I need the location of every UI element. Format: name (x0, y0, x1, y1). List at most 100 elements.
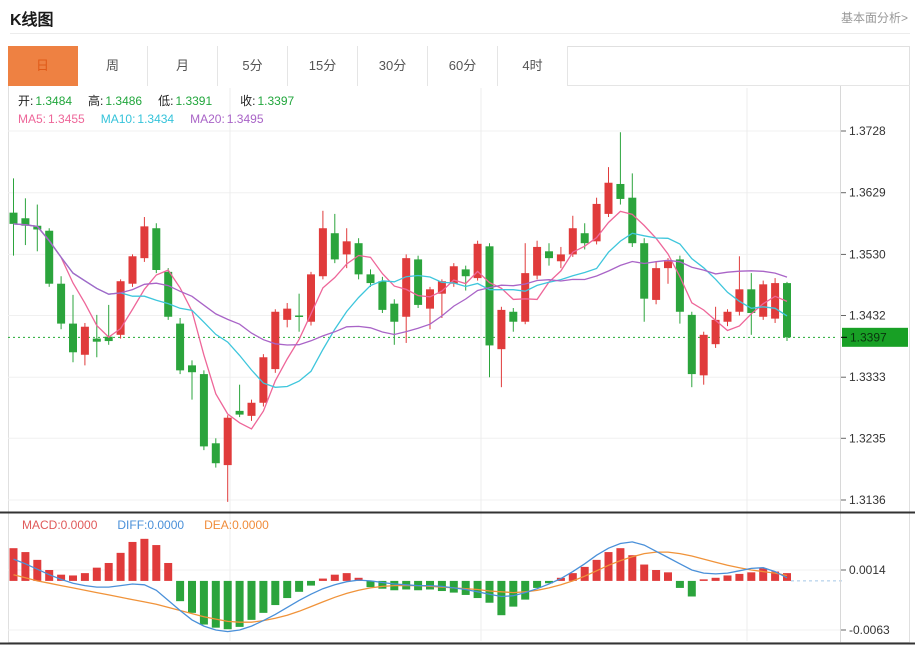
high-readout: 高: 1.3486 (88, 94, 143, 108)
candle-body (92, 338, 101, 342)
candle-body (426, 289, 434, 309)
ma10-readout: MA10: 1.3434 (100, 112, 175, 126)
macd-bar (307, 580, 315, 586)
macd-bar (116, 552, 125, 581)
low-readout: 低: 1.3391 (158, 94, 213, 108)
candle-body (675, 259, 684, 312)
candle-body (461, 269, 470, 277)
candle-body (378, 281, 387, 310)
macd-bar (580, 566, 589, 581)
y-axis-label: 1.3629 (849, 186, 886, 200)
macd-legend: MACD:0.0000 DIFF:0.0000 DEA:0.0000 (22, 518, 289, 532)
candle-body (604, 182, 613, 214)
macd-bar (675, 580, 684, 588)
candle-body (545, 251, 553, 259)
macd-bar (211, 580, 220, 628)
macd-readout: MACD:0.0000 (22, 518, 98, 532)
macd-bar (283, 580, 292, 599)
candle-body (152, 228, 161, 270)
macd-bar (188, 580, 196, 613)
macd-bar (259, 580, 268, 613)
diff-readout: DIFF:0.0000 (117, 518, 185, 532)
tab-1[interactable]: 周 (78, 46, 148, 86)
macd-bar (533, 580, 542, 588)
macd-bar (497, 580, 506, 616)
candle-body (473, 243, 482, 279)
macd-bar (247, 580, 256, 620)
ma-legend: MA5: 1.3455 MA10: 1.3434 MA20: 1.3495 (18, 112, 280, 126)
macd-bar (640, 564, 649, 581)
candle-body (354, 243, 363, 275)
ma5-readout: MA5: 1.3455 (18, 112, 85, 126)
ohlc-readout: 开: 1.3484 高: 1.3486 低: 1.3391 收: 1.3397 (18, 92, 310, 109)
candle-body (45, 230, 54, 284)
macd-bar (723, 575, 732, 581)
y-axis-label: 1.3432 (849, 309, 886, 323)
kline-page: { "app": { "title": "K线图", "fundamental_… (0, 0, 915, 647)
macd-bar (104, 562, 113, 581)
macd-bar (330, 574, 339, 581)
candle-body (390, 303, 399, 322)
macd-bar (235, 580, 244, 627)
candle-body (747, 289, 756, 314)
ma5-line (13, 210, 788, 430)
macd-bar (699, 579, 708, 581)
macd-bar (176, 580, 185, 602)
candle-body (164, 271, 173, 317)
candle-body (188, 365, 196, 373)
y-axis-label: 1.3530 (849, 247, 886, 261)
candle-body (687, 314, 696, 375)
tab-4[interactable]: 15分 (288, 46, 358, 86)
candle-body (80, 326, 89, 355)
candle-body (723, 311, 732, 322)
candle-body (592, 203, 601, 242)
macd-bar (616, 548, 625, 581)
candle-body (128, 256, 137, 284)
candle-body (497, 309, 506, 350)
candles-layer (9, 132, 791, 502)
dea-readout: DEA:0.0000 (204, 518, 269, 532)
candle-body (783, 283, 791, 338)
macd-axis-label: 0.0014 (849, 563, 886, 577)
macd-bar (628, 555, 637, 581)
macd-bar (735, 573, 744, 581)
candle-body (616, 183, 625, 199)
macd-bar (295, 580, 304, 592)
candle-body (223, 417, 232, 466)
macd-bar (80, 573, 89, 581)
candle-body (652, 268, 661, 300)
macd-bar (92, 567, 101, 581)
candle-body (664, 261, 672, 269)
candle-body (580, 233, 589, 244)
y-axis-label: 1.3333 (849, 370, 886, 384)
tab-5[interactable]: 30分 (358, 46, 428, 86)
candle-body (69, 323, 77, 353)
candle-body (330, 233, 339, 260)
period-tab-bar: 日周月 5分 15分 30分 60分 4时 (8, 46, 910, 86)
macd-bar (152, 545, 161, 581)
ma20-line (13, 223, 788, 346)
macd-bar (509, 580, 518, 607)
candle-body (57, 283, 66, 324)
tab-3[interactable]: 5分 (218, 46, 288, 86)
y-axis-label: 1.3235 (849, 431, 886, 445)
macd-bar (128, 541, 137, 581)
macd-bar (759, 568, 768, 581)
candle-body (699, 334, 708, 376)
candle-body (318, 228, 327, 277)
macd-bar (69, 575, 77, 581)
tab-2[interactable]: 月 (148, 46, 218, 86)
macd-bar (449, 580, 458, 593)
tab-6[interactable]: 60分 (428, 46, 498, 86)
candle-body (628, 197, 637, 244)
macd-bar (521, 580, 530, 600)
candle-body (9, 212, 18, 224)
tab-selected-0[interactable]: 日 (8, 46, 78, 86)
candle-body (271, 311, 280, 370)
candle-body (759, 284, 768, 317)
candle-body (140, 226, 149, 259)
tab-7[interactable]: 4时 (498, 46, 568, 86)
y-axis-label: 1.3728 (849, 124, 886, 138)
macd-bar (271, 580, 280, 606)
macd-axis-label: -0.0063 (849, 623, 890, 637)
